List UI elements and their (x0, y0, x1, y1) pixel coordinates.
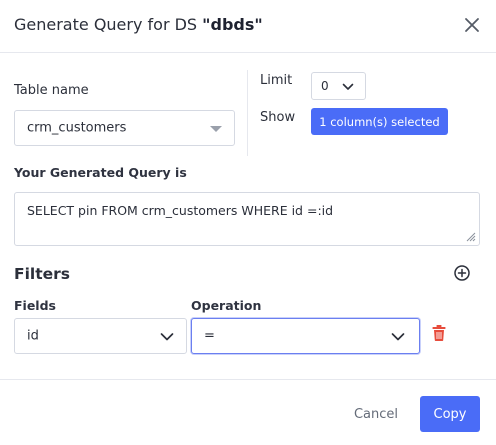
filter-operation-select[interactable]: = (191, 318, 420, 354)
table-name-select[interactable]: crm_customers (14, 110, 235, 146)
limit-label: Limit (260, 73, 293, 88)
chevron-down-icon (391, 333, 405, 341)
filters-title: Filters (14, 265, 71, 283)
limit-value: 0 (321, 79, 329, 93)
close-button[interactable] (462, 15, 482, 35)
generate-query-dialog: Generate Query for DS "dbds" Table name … (0, 0, 496, 444)
generated-query-label: Your Generated Query is (14, 165, 187, 180)
trash-icon (432, 325, 446, 341)
dialog-title-prefix: Generate Query for DS (14, 15, 203, 34)
table-name-value: crm_customers (27, 120, 127, 136)
columns-selected-button[interactable]: 1 column(s) selected (311, 108, 448, 135)
generated-query-textarea[interactable]: SELECT pin FROM crm_customers WHERE id =… (14, 192, 480, 246)
dialog-title: Generate Query for DS "dbds" (14, 15, 263, 34)
operation-label: Operation (191, 298, 262, 313)
copy-button[interactable]: Copy (420, 396, 480, 432)
filter-field-value: id (27, 328, 39, 344)
fields-label: Fields (14, 298, 56, 313)
chevron-down-icon (160, 333, 174, 341)
show-label: Show (260, 110, 296, 125)
table-name-label: Table name (14, 83, 89, 98)
limit-select[interactable]: 0 (311, 72, 366, 100)
chevron-down-icon (342, 83, 354, 90)
generated-query-text: SELECT pin FROM crm_customers WHERE id =… (27, 203, 334, 218)
delete-filter-button[interactable] (431, 324, 447, 346)
filter-field-select[interactable]: id (14, 318, 187, 354)
plus-circle-icon (454, 265, 470, 281)
close-icon (465, 18, 479, 32)
filter-operation-value: = (204, 328, 215, 344)
dialog-header: Generate Query for DS "dbds" (0, 0, 496, 53)
resize-grip-icon[interactable] (466, 232, 476, 242)
dropdown-caret-icon (210, 126, 222, 132)
dialog-title-ds-name: "dbds" (202, 15, 263, 34)
cancel-button[interactable]: Cancel (345, 397, 407, 431)
vertical-divider (247, 70, 248, 156)
add-filter-button[interactable] (453, 264, 471, 282)
